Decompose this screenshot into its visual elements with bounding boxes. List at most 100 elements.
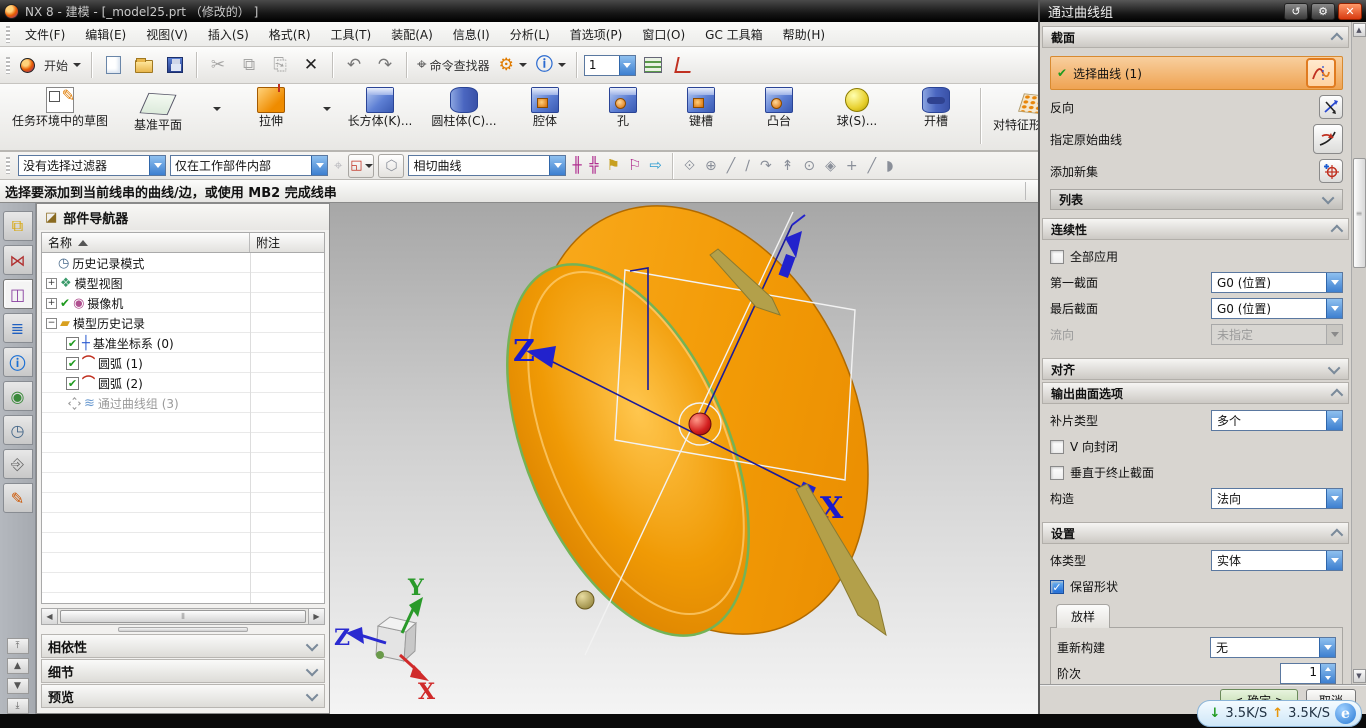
menu-window[interactable]: 窗口(O) bbox=[633, 23, 694, 46]
select-curves-row[interactable]: ✔ 选择曲线 (1) bbox=[1050, 56, 1343, 90]
slot-button[interactable]: 键槽 bbox=[662, 84, 740, 148]
tree-item-datum-csys[interactable]: ✔ ┼ 基准坐标系 (0) bbox=[42, 333, 324, 353]
cut-button[interactable]: ✂ bbox=[204, 51, 232, 79]
cylinder-button[interactable]: 圆柱体(C)... bbox=[422, 84, 506, 148]
part-navigator-tab[interactable]: ◫ bbox=[3, 279, 33, 309]
snap-arc-center-icon[interactable]: ⊙ bbox=[800, 157, 818, 175]
snap-point-on-face-icon[interactable]: ◗ bbox=[883, 157, 896, 175]
scroll-down-icon[interactable]: ▼ bbox=[1353, 669, 1366, 683]
select-region-button[interactable]: ◱ bbox=[348, 154, 374, 178]
extrude-button[interactable]: 拉伸 bbox=[228, 84, 314, 148]
snapshot-button[interactable]: ⬡ bbox=[378, 154, 404, 178]
browser-e-icon[interactable]: e bbox=[1335, 703, 1356, 724]
dropdown-arrow-icon[interactable] bbox=[549, 156, 565, 175]
dialog-options-button[interactable]: ⚙ bbox=[1311, 3, 1335, 20]
origin-handle-sphere[interactable] bbox=[689, 413, 711, 435]
settings-group-header[interactable]: 设置 bbox=[1042, 522, 1349, 544]
expand-plus-icon[interactable]: + bbox=[46, 278, 57, 289]
resource-scroll-down-button[interactable]: ▼ bbox=[7, 678, 29, 694]
redo-button[interactable]: ↷ bbox=[371, 51, 399, 79]
sphere-button[interactable]: 球(S)... bbox=[818, 84, 896, 148]
resource-scroll-up-button[interactable]: ▲ bbox=[7, 658, 29, 674]
snap-point-rollover-icon[interactable]: ⊕ bbox=[702, 157, 720, 175]
path-selection-icon[interactable]: ⚑ bbox=[605, 156, 622, 175]
close-in-v-checkbox[interactable] bbox=[1050, 440, 1064, 454]
tree-item-arc-1[interactable]: ✔ ⌒ 圆弧 (1) bbox=[42, 353, 324, 373]
menu-gc-toolbox[interactable]: GC 工具箱 bbox=[696, 23, 772, 46]
curve-select-button[interactable] bbox=[1306, 58, 1336, 88]
extrude-dropdown-button[interactable] bbox=[314, 84, 338, 148]
history-tab[interactable]: ◷ bbox=[3, 415, 33, 445]
follow-fillet-icon[interactable]: ╬ bbox=[587, 156, 600, 175]
work-layer-combo[interactable]: 1 bbox=[584, 55, 636, 76]
dialog-title-bar[interactable]: 通过曲线组 ↺ ⚙ ✕ bbox=[1040, 0, 1366, 22]
new-file-button[interactable] bbox=[99, 51, 127, 79]
snap-point-on-curve-icon[interactable]: ╱ bbox=[865, 157, 879, 175]
horizontal-scrollbar[interactable]: ◀ ⦀ ▶ bbox=[41, 608, 325, 625]
checkbox-checked-icon[interactable]: ✔ bbox=[66, 337, 79, 350]
snap-midpoint-icon[interactable]: ∕ bbox=[742, 157, 753, 175]
normal-to-end-checkbox[interactable] bbox=[1050, 466, 1064, 480]
body-type-dropdown[interactable]: 实体 bbox=[1211, 550, 1343, 571]
hd3d-tools-tab[interactable]: ⓘ bbox=[3, 347, 33, 377]
last-section-dropdown[interactable]: G0 (位置) bbox=[1211, 298, 1343, 319]
resource-scroll-top-button[interactable]: ⤒ bbox=[7, 638, 29, 654]
process-studio-tab[interactable]: ⎆ bbox=[3, 449, 33, 479]
output-options-group-header[interactable]: 输出曲面选项 bbox=[1042, 382, 1349, 404]
start-menu-button[interactable]: 开始 bbox=[17, 51, 84, 79]
menu-analysis[interactable]: 分析(L) bbox=[501, 23, 559, 46]
menu-insert[interactable]: 插入(S) bbox=[199, 23, 258, 46]
expand-plus-icon[interactable]: + bbox=[46, 298, 57, 309]
dropdown-arrow-icon[interactable] bbox=[1326, 273, 1342, 292]
snap-endpoint-icon[interactable]: ╱ bbox=[724, 157, 738, 175]
dropdown-arrow-icon[interactable] bbox=[619, 56, 635, 75]
dropdown-arrow-icon[interactable] bbox=[1326, 489, 1342, 508]
alignment-group-header[interactable]: 对齐 bbox=[1042, 358, 1349, 380]
tree-column-header[interactable]: 名称 附注 bbox=[42, 233, 324, 253]
tree-item-model-history[interactable]: − ▰ 模型历史记录 bbox=[42, 313, 324, 333]
dropdown-arrow-icon[interactable] bbox=[1326, 551, 1342, 570]
stop-at-intersection-icon[interactable]: ╫ bbox=[570, 156, 583, 175]
delete-button[interactable]: ✕ bbox=[297, 51, 325, 79]
visualization-scenes-tab[interactable]: ✎ bbox=[3, 483, 33, 513]
curve-rule-combo[interactable]: 相切曲线 bbox=[408, 155, 566, 176]
tree-item-cameras[interactable]: + ✔ ◉ 摄像机 bbox=[42, 293, 324, 313]
undo-button[interactable]: ↶ bbox=[340, 51, 368, 79]
hole-button[interactable]: 孔 bbox=[584, 84, 662, 148]
tree-item-history-mode[interactable]: ◷ 历史记录模式 bbox=[42, 253, 324, 273]
flag-icon[interactable]: ⚐ bbox=[626, 156, 643, 175]
constraint-navigator-tab[interactable]: ⋈ bbox=[3, 245, 33, 275]
scrollbar-thumb[interactable]: ⦀ bbox=[60, 610, 306, 623]
curve-handle-sphere[interactable] bbox=[576, 591, 594, 609]
dropdown-arrow-icon[interactable] bbox=[1326, 411, 1342, 430]
datum-plane-button[interactable]: 基准平面 bbox=[112, 84, 204, 148]
dropdown-arrow-icon[interactable] bbox=[311, 156, 327, 175]
dropdown-arrow-icon[interactable] bbox=[1319, 638, 1335, 657]
resource-scroll-bottom-button[interactable]: ⤓ bbox=[7, 698, 29, 714]
layer-settings-button[interactable] bbox=[639, 51, 667, 79]
selection-scope-combo[interactable]: 仅在工作部件内部 bbox=[170, 155, 328, 176]
scroll-right-icon[interactable]: ▶ bbox=[308, 609, 324, 624]
menu-preferences[interactable]: 首选项(P) bbox=[561, 23, 632, 46]
scrollbar-thumb[interactable]: ≡ bbox=[1353, 158, 1366, 268]
menu-help[interactable]: 帮助(H) bbox=[774, 23, 834, 46]
checkbox-checked-icon[interactable]: ✔ bbox=[66, 377, 79, 390]
loft-tab[interactable]: 放样 bbox=[1056, 604, 1110, 628]
scroll-up-icon[interactable]: ▲ bbox=[1353, 23, 1366, 37]
information-button[interactable]: ⓘ bbox=[533, 51, 569, 79]
spinner-buttons[interactable] bbox=[1320, 664, 1335, 683]
dropdown-arrow-icon[interactable] bbox=[1326, 299, 1342, 318]
dependencies-panel-header[interactable]: 相依性 bbox=[41, 634, 325, 658]
preview-panel-header[interactable]: 预览 bbox=[41, 684, 325, 708]
dropdown-arrow-icon[interactable] bbox=[149, 156, 165, 175]
snap-quadrant-icon[interactable]: ◈ bbox=[822, 157, 839, 175]
boss-button[interactable]: 凸台 bbox=[740, 84, 818, 148]
apply-to-all-checkbox[interactable] bbox=[1050, 250, 1064, 264]
collapse-minus-icon[interactable]: − bbox=[46, 318, 57, 329]
graphics-viewport[interactable]: Z X Y Z bbox=[330, 203, 1038, 714]
add-new-set-button[interactable] bbox=[1319, 159, 1343, 183]
paste-button[interactable]: ⎘ bbox=[266, 51, 294, 79]
menu-file[interactable]: 文件(F) bbox=[16, 23, 74, 46]
menu-tools[interactable]: 工具(T) bbox=[322, 23, 381, 46]
command-finder-button[interactable]: ⌖ 命令查找器 bbox=[414, 51, 493, 79]
